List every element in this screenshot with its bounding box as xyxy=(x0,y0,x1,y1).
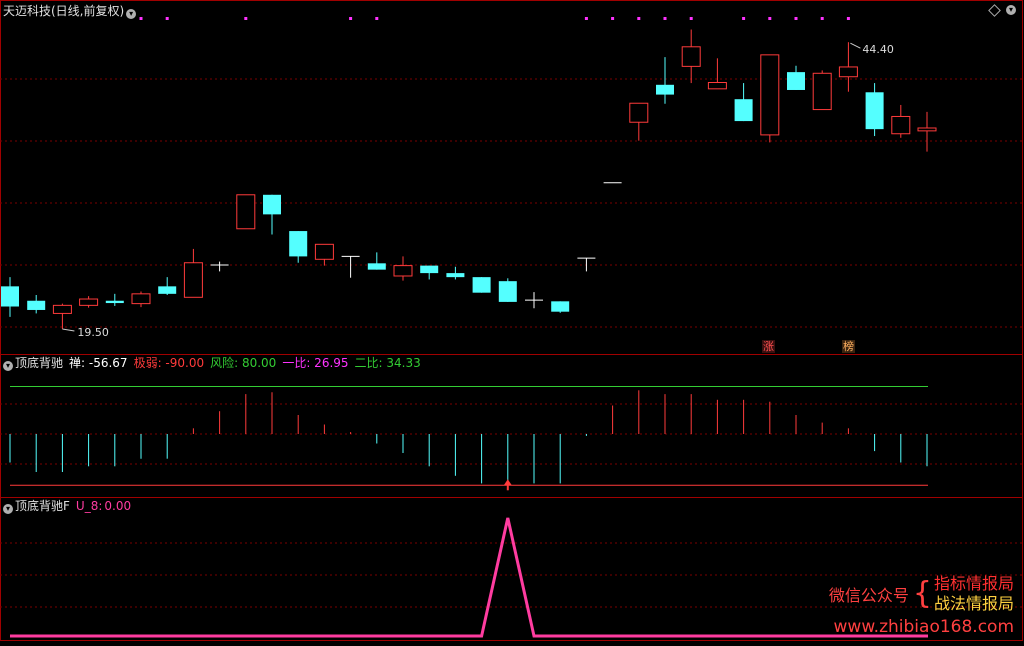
signal-marker xyxy=(349,17,353,20)
main-title: 天迈科技(日线,前复权) ▾ xyxy=(3,4,138,19)
candle-body xyxy=(289,231,308,257)
ind1-item: 一比: 26.95 xyxy=(282,356,349,370)
candle-body xyxy=(420,265,439,274)
candle-body xyxy=(812,72,832,111)
signal-marker xyxy=(139,17,143,20)
ind1-name: 顶底背驰 xyxy=(15,356,64,370)
signal-marker xyxy=(165,17,169,20)
candle-body xyxy=(131,293,151,305)
signal-marker xyxy=(375,17,379,20)
ind2-label: U_8: xyxy=(75,499,103,513)
chart-window: 44.40 19.50 天迈科技(日线,前复权) ▾ ▾ ▾ 顶底背驰 禅: -56.6… xyxy=(0,0,1024,642)
signal-marker xyxy=(820,17,824,20)
low-pointer xyxy=(62,328,75,332)
signal-marker xyxy=(689,17,693,20)
candle-body xyxy=(393,265,413,277)
signal-marker xyxy=(742,17,746,20)
signal-line xyxy=(10,517,928,638)
ind1-item: 极弱: -90.00 xyxy=(133,356,205,370)
candle-body xyxy=(367,263,386,270)
candle-body xyxy=(551,301,570,312)
candle-body xyxy=(472,277,491,293)
chevron-down-icon[interactable]: ▾ xyxy=(126,9,137,19)
candle-body xyxy=(498,281,517,302)
candle-body xyxy=(158,286,177,294)
main-title-text: 天迈科技(日线,前复权) xyxy=(3,4,125,18)
ind1-item: 二比: 34.33 xyxy=(354,356,421,370)
watermark-line1: 指标情报局 xyxy=(933,574,1014,593)
badge-bang: 榜 xyxy=(842,340,855,353)
watermark-wechat: 微信公众号 xyxy=(828,586,909,605)
ind2-name: 顶底背驰F xyxy=(15,499,70,513)
candle-body xyxy=(787,72,805,90)
candle-body xyxy=(1,286,19,307)
watermark: 微信公众号 { 指标情报局 战法情报局 www.zhibiao168.com xyxy=(829,574,1014,638)
signal-marker xyxy=(794,17,798,20)
candle-body xyxy=(681,46,701,67)
candle-body xyxy=(838,66,858,78)
candle-body xyxy=(27,300,46,310)
high-pointer xyxy=(850,42,861,49)
signal-marker xyxy=(637,17,641,20)
candle-body xyxy=(734,99,753,122)
candle-body xyxy=(760,54,780,136)
watermark-line2: 战法情报局 xyxy=(933,594,1014,613)
candle-body xyxy=(629,102,649,123)
candle-body xyxy=(263,194,281,215)
brace-icon: { xyxy=(912,576,932,611)
candle-body xyxy=(707,81,727,90)
candle-body xyxy=(314,243,334,260)
signal-marker xyxy=(846,17,850,20)
chart-canvas[interactable]: 44.40 19.50 xyxy=(0,0,1024,642)
chevron-down-icon[interactable]: ▾ xyxy=(3,504,13,514)
candle-body xyxy=(52,304,72,314)
candle-body xyxy=(891,115,911,135)
candle-body xyxy=(183,262,203,298)
candle-body xyxy=(236,194,256,230)
chevron-down-icon[interactable]: ▾ xyxy=(3,361,13,371)
signal-marker xyxy=(611,17,615,20)
ind1-item: 禅: -56.67 xyxy=(69,356,128,370)
signal-marker xyxy=(768,17,772,20)
ind1-header: ▾ 顶底背驰 禅: -56.67 极弱: -90.00 风险: 80.00 一比: 26.… xyxy=(3,356,429,371)
candle-body xyxy=(79,298,99,306)
candle-body xyxy=(105,300,124,304)
ind2-value: 0.00 xyxy=(104,499,132,513)
chevron-down-icon-right[interactable]: ▾ xyxy=(1006,5,1016,15)
candle-body xyxy=(917,127,937,132)
high-label: 44.40 xyxy=(862,43,894,56)
candle-body xyxy=(865,92,884,130)
signal-arrow-icon xyxy=(503,479,512,486)
low-label: 19.50 xyxy=(77,326,109,339)
candle-body xyxy=(656,84,674,95)
ind1-item: 风险: 80.00 xyxy=(210,356,277,370)
signal-marker xyxy=(584,17,588,20)
ind2-header: ▾ 顶底背驰F U_8: 0.00 xyxy=(3,499,133,514)
signal-marker xyxy=(244,17,248,20)
watermark-url: www.zhibiao168.com xyxy=(833,617,1014,637)
candle-body xyxy=(446,273,465,278)
badge-zhang: 涨 xyxy=(762,340,775,353)
ind1-values: 禅: -56.67 极弱: -90.00 风险: 80.00 一比: 26.95 二比:… xyxy=(69,356,427,370)
signal-marker xyxy=(663,17,667,20)
